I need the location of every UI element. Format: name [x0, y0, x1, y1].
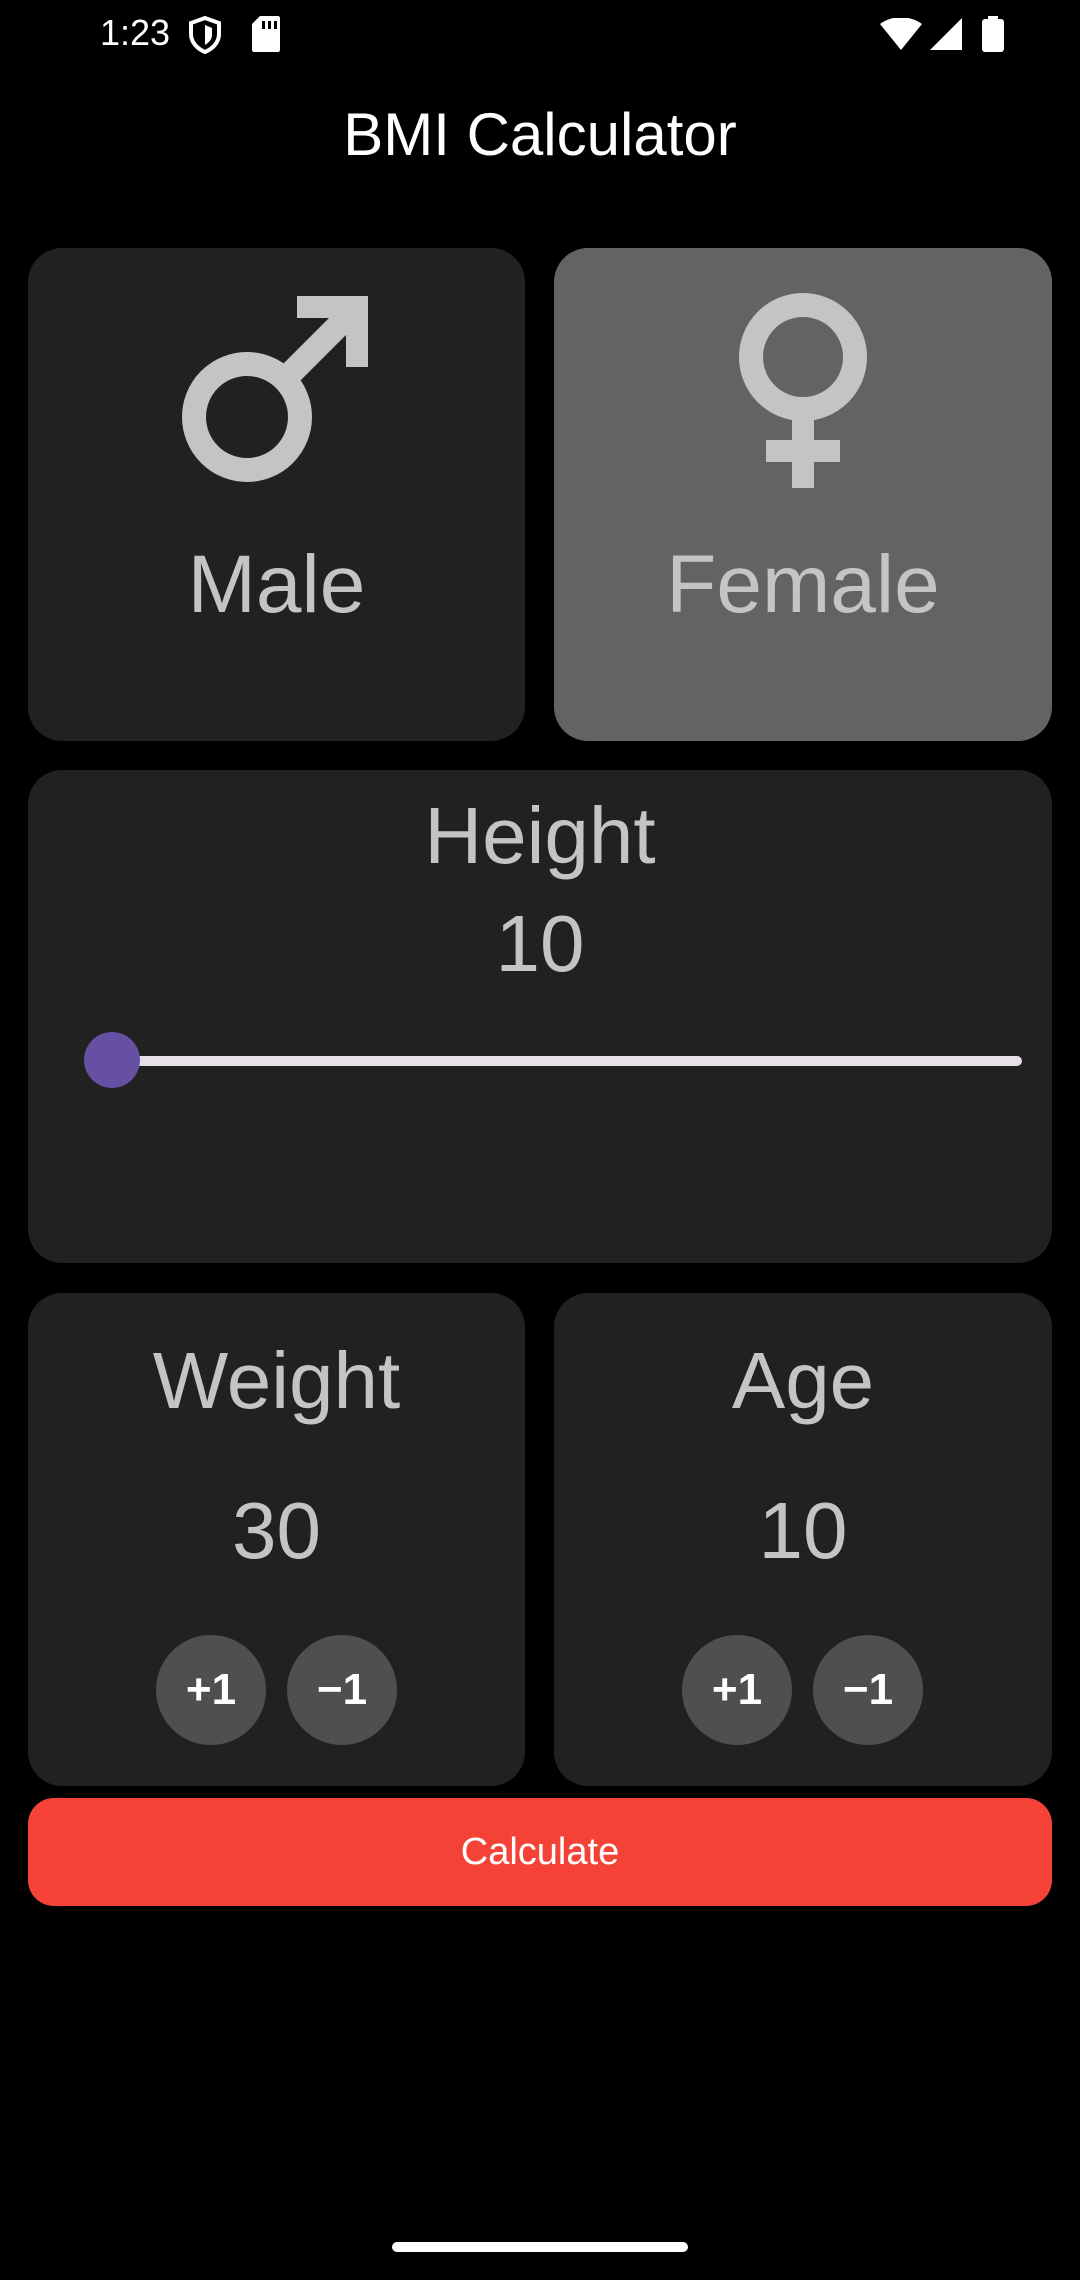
shield-icon [188, 15, 222, 59]
weight-label: Weight [152, 1336, 401, 1425]
page-title: BMI Calculator [343, 101, 737, 168]
weight-value: 30 [232, 1486, 321, 1575]
male-label: Male [187, 539, 366, 630]
height-slider-thumb[interactable] [84, 1032, 140, 1088]
age-card: Age 10 +1 −1 [554, 1293, 1052, 1786]
weight-card: Weight 30 +1 −1 [28, 1293, 525, 1786]
age-value: 10 [758, 1486, 848, 1575]
calculate-button[interactable]: Calculate [28, 1798, 1052, 1906]
height-label: Height [424, 791, 656, 880]
age-increment-button[interactable]: +1 [682, 1635, 792, 1745]
app-screen: 1:23 BMI Calculator Male Female Height 1… [0, 0, 1080, 2280]
male-symbol-icon [182, 292, 372, 487]
height-card: Height 10 [28, 770, 1052, 1263]
female-card[interactable]: Female [554, 248, 1052, 741]
signal-icon [930, 18, 962, 55]
battery-icon [982, 16, 1004, 57]
height-slider[interactable] [82, 1030, 1022, 1090]
sd-card-icon [252, 16, 280, 57]
status-time: 1:23 [100, 12, 171, 53]
wifi-icon [880, 17, 922, 55]
height-value: 10 [495, 899, 585, 988]
height-slider-track[interactable] [112, 1056, 1022, 1066]
female-symbol-icon [738, 292, 868, 493]
age-label: Age [731, 1336, 875, 1425]
female-label: Female [666, 539, 940, 630]
weight-increment-button[interactable]: +1 [156, 1635, 266, 1745]
home-indicator[interactable] [392, 2242, 688, 2252]
age-decrement-button[interactable]: −1 [813, 1635, 923, 1745]
male-card[interactable]: Male [28, 248, 525, 741]
weight-decrement-button[interactable]: −1 [287, 1635, 397, 1745]
status-bar: 1:23 [0, 0, 1080, 70]
